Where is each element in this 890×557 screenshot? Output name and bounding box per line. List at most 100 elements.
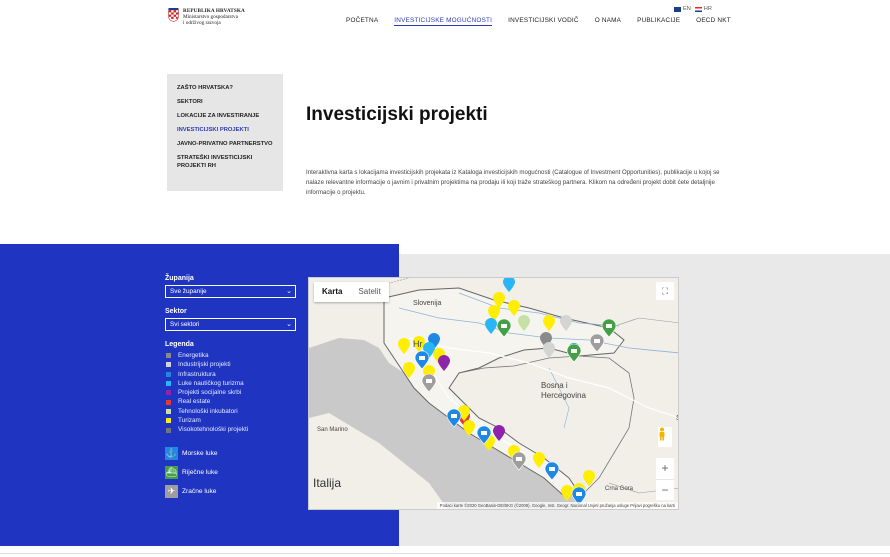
- section-sidebar: ZAŠTO HRVATSKA? SEKTORI LOKACIJE ZA INVE…: [167, 74, 283, 191]
- sidebar-item-zasto-hrvatska[interactable]: ZAŠTO HRVATSKA?: [177, 84, 273, 92]
- ship-port-marker[interactable]: [496, 318, 512, 338]
- legend-item: Industrijski projekti: [165, 360, 297, 369]
- project-marker[interactable]: [438, 355, 450, 371]
- nav-oecd-nkt[interactable]: OECD NKT: [696, 17, 731, 26]
- port-label: Morske luke: [182, 449, 218, 457]
- map-label-s: S: [676, 415, 678, 422]
- legend-item: Energetika: [165, 351, 297, 360]
- projects-map[interactable]: Slovenija Hr Bosna i Hercegovina San Mar…: [308, 277, 679, 510]
- nav-investicijski-vodic[interactable]: INVESTICIJSKI VODIČ: [508, 17, 579, 26]
- project-marker[interactable]: [543, 342, 555, 358]
- legend-swatch: [166, 353, 171, 359]
- legend-title: Legenda: [165, 341, 194, 348]
- project-marker[interactable]: [503, 278, 515, 292]
- anchor-port-marker[interactable]: [544, 461, 560, 481]
- map-markers: [398, 278, 617, 506]
- plane-icon: ✈: [165, 484, 178, 498]
- plane-port-marker[interactable]: [511, 451, 527, 471]
- anchor-icon: ⚓: [165, 446, 178, 460]
- legend-label: Industrijski projekti: [178, 361, 231, 369]
- county-select[interactable]: Sve županije ⌄: [165, 285, 296, 298]
- lang-en-link[interactable]: EN: [683, 6, 691, 12]
- anchor-port-marker[interactable]: [446, 408, 462, 428]
- legend-item: Visokotehnološki projekti: [165, 425, 297, 434]
- map-label-bosna: Bosna i: [541, 381, 568, 390]
- ship-port-marker[interactable]: [601, 318, 617, 338]
- project-marker[interactable]: [508, 300, 520, 316]
- project-marker[interactable]: [463, 420, 475, 436]
- map-label-italija: Italija: [313, 476, 342, 490]
- site-header: REPUBLIKA HRVATSKA Ministarstvo gospodar…: [0, 0, 890, 40]
- map-label-crna-gora: Crna Gora: [605, 486, 634, 492]
- legend-swatch: [166, 427, 171, 433]
- project-marker[interactable]: [518, 315, 530, 331]
- plane-port-marker[interactable]: [589, 333, 605, 353]
- port-legend-river: ⛴ Riječne luke: [165, 465, 297, 479]
- project-marker[interactable]: [403, 362, 415, 378]
- ship-port-marker[interactable]: [566, 343, 582, 363]
- legend-swatch: [166, 418, 171, 424]
- project-marker[interactable]: [583, 470, 595, 486]
- legend-label: Tehnološki inkubatori: [178, 407, 238, 415]
- tab-satelit[interactable]: Satelit: [350, 282, 388, 302]
- project-marker[interactable]: [561, 485, 573, 501]
- street-view-pegman-icon[interactable]: [658, 427, 672, 447]
- ministry-logo[interactable]: REPUBLIKA HRVATSKA Ministarstvo gospodar…: [168, 8, 245, 27]
- map-filters: Županija Sve županije ⌄ Sektor Svi sekto…: [165, 275, 297, 498]
- zoom-controls: + −: [656, 458, 674, 500]
- chevron-down-icon: ⌄: [286, 321, 292, 328]
- main-nav: POČETNA INVESTICIJSKE MOGUĆNOSTI INVESTI…: [346, 17, 747, 26]
- sector-select[interactable]: Svi sektori ⌄: [165, 318, 296, 331]
- port-label: Zračne luke: [182, 487, 217, 495]
- project-marker[interactable]: [543, 315, 555, 331]
- legend-item: Turizam: [165, 416, 297, 425]
- nav-pocetna[interactable]: POČETNA: [346, 17, 378, 26]
- tab-karta[interactable]: Karta: [314, 282, 350, 302]
- legend-label: Infrastruktura: [178, 370, 216, 378]
- nav-o-nama[interactable]: O NAMA: [595, 17, 621, 26]
- uk-flag-icon[interactable]: [674, 6, 681, 12]
- legend-label: Energetika: [178, 352, 209, 359]
- logo-line-3: i održivog razvoja: [183, 20, 221, 27]
- intro-text: Interaktivna karta s lokacijama investic…: [306, 169, 720, 197]
- legend-swatch: [166, 381, 171, 387]
- project-marker[interactable]: [533, 452, 545, 468]
- lang-hr-link[interactable]: HR: [704, 6, 712, 12]
- page-title: Investicijski projekti: [306, 104, 488, 125]
- zoom-in-button[interactable]: +: [656, 458, 674, 479]
- chevron-down-icon: ⌄: [286, 288, 292, 295]
- croatia-flag-icon[interactable]: [694, 6, 702, 12]
- sector-label: Sektor: [165, 308, 187, 315]
- language-switcher: EN HR: [672, 6, 712, 12]
- legend-swatch: [166, 362, 171, 368]
- sidebar-item-investicijski-projekti[interactable]: INVESTICIJSKI PROJEKTI: [177, 126, 273, 134]
- map-label-hercegovina: Hercegovina: [541, 391, 586, 400]
- plane-port-marker[interactable]: [421, 373, 437, 393]
- ship-icon: ⛴: [165, 465, 178, 479]
- legend-item: Projekti socijalne skrbi: [165, 388, 297, 397]
- project-marker[interactable]: [398, 338, 410, 354]
- map-label-slovenia: Slovenija: [413, 300, 442, 307]
- legend-swatch: [166, 390, 171, 396]
- project-marker[interactable]: [493, 425, 505, 441]
- nav-investicijske-mogucnosti[interactable]: INVESTICIJSKE MOGUĆNOSTI: [394, 17, 493, 26]
- project-marker[interactable]: [485, 318, 497, 334]
- nav-publikacije[interactable]: PUBLIKACIJE: [637, 17, 680, 26]
- ministry-name: REPUBLIKA HRVATSKA Ministarstvo gospodar…: [183, 8, 245, 27]
- divider: [0, 553, 890, 554]
- sidebar-item-sektori[interactable]: SEKTORI: [177, 98, 273, 106]
- fullscreen-icon[interactable]: ⛶: [656, 282, 674, 300]
- legend-list: Energetika Industrijski projekti Infrast…: [165, 351, 297, 435]
- sidebar-item-strateski[interactable]: STRATEŠKI INVESTICIJSKI PROJEKTI RH: [177, 154, 273, 170]
- map-label-hrvatska: Hr: [413, 339, 423, 349]
- legend-label: Visokotehnološki projekti: [178, 426, 249, 434]
- project-marker[interactable]: [560, 315, 572, 331]
- sidebar-item-lokacije[interactable]: LOKACIJE ZA INVESTIRANJE: [177, 112, 273, 120]
- map-type-tabs: Karta Satelit: [314, 282, 389, 302]
- zoom-out-button[interactable]: −: [656, 479, 674, 501]
- county-label: Županija: [165, 275, 194, 282]
- sidebar-item-javno-privatno[interactable]: JAVNO-PRIVATNO PARTNERSTVO: [177, 140, 273, 148]
- map-attribution: Podaci karte ©2020 GeoBasis-DE/BKG (©200…: [436, 502, 678, 509]
- port-label: Riječne luke: [182, 468, 218, 476]
- port-legend-air: ✈ Zračne luke: [165, 484, 297, 498]
